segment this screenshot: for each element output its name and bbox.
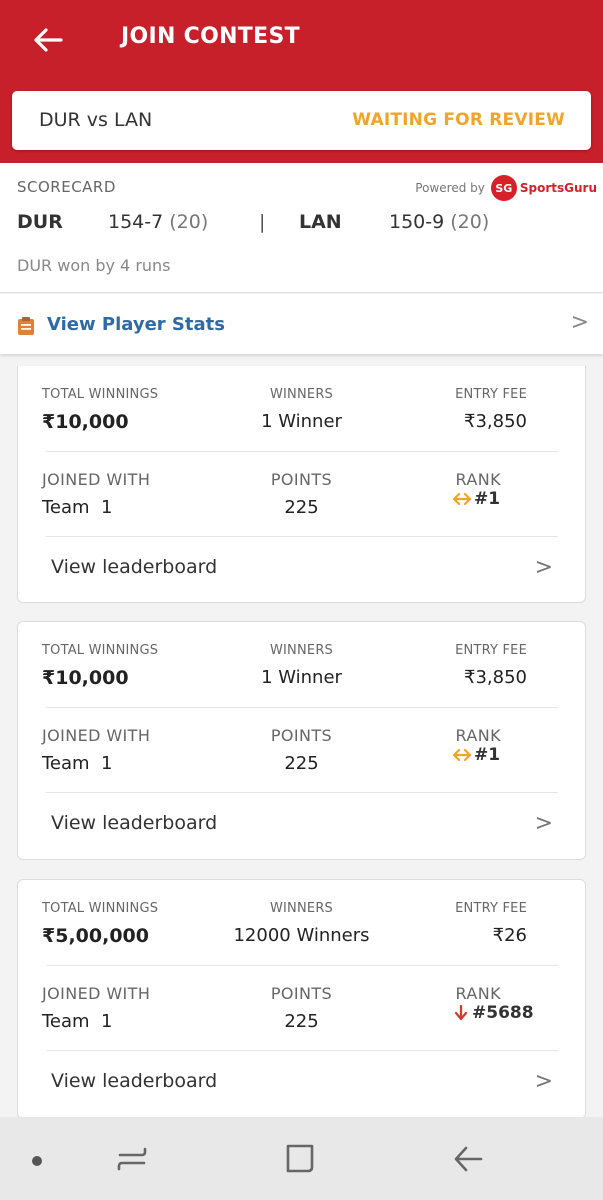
entry-fee-value: ₹26 (492, 925, 527, 946)
entry-fee-value: ₹3,850 (464, 667, 527, 688)
view-leaderboard-link[interactable]: View leaderboard (51, 1070, 217, 1092)
recent-apps-button[interactable] (112, 1141, 152, 1177)
rank-unchanged-icon (453, 748, 471, 762)
chevron-right-icon: > (534, 1069, 553, 1094)
rank-number: #5688 (472, 1003, 534, 1023)
home-dot-icon[interactable] (32, 1156, 42, 1166)
divider (46, 451, 558, 452)
view-player-stats-link[interactable]: View Player Stats (47, 314, 225, 335)
rank-label: RANK (455, 984, 501, 1003)
scorecard-label: SCORECARD (17, 178, 116, 196)
entry-fee-value: ₹3,850 (464, 411, 527, 432)
system-nav-bar (0, 1117, 603, 1200)
app-bar: JOIN CONTEST DUR vs LAN WAITING FOR REVI… (0, 0, 603, 163)
team2-name: LAN (299, 211, 342, 233)
team1-name: DUR (17, 211, 63, 233)
rank-value: #1 (453, 489, 500, 509)
chevron-right-icon: > (534, 811, 553, 836)
clipboard-icon (18, 317, 34, 335)
view-leaderboard-row[interactable]: View leaderboard > (18, 1051, 585, 1115)
view-leaderboard-link[interactable]: View leaderboard (51, 812, 217, 834)
view-leaderboard-row[interactable]: View leaderboard > (18, 793, 585, 857)
divider (46, 965, 558, 966)
chevron-right-icon: > (570, 310, 589, 335)
rank-value: #1 (453, 745, 500, 765)
provider-name: SportsGuru (519, 181, 597, 195)
score-separator: | (259, 211, 266, 233)
team2-score: 150-9 (20) (389, 211, 490, 233)
home-square-icon (286, 1144, 314, 1173)
team1-score: 154-7 (20) (108, 211, 209, 233)
entry-fee-label: ENTRY FEE (455, 387, 527, 402)
chevron-right-icon: > (534, 555, 553, 580)
divider (46, 707, 558, 708)
rank-label: RANK (455, 470, 501, 489)
entry-fee-label: ENTRY FEE (455, 643, 527, 658)
entry-fee-label: ENTRY FEE (455, 901, 527, 916)
rank-down-arrow-icon (454, 1005, 468, 1021)
match-result: DUR won by 4 runs (17, 256, 171, 275)
powered-by: Powered by SG SportsGuru (415, 175, 597, 201)
back-arrow-icon (454, 1146, 483, 1172)
view-leaderboard-link[interactable]: View leaderboard (51, 556, 217, 578)
page-title: JOIN CONTEST (121, 24, 300, 49)
rank-value: #5688 (453, 1003, 534, 1023)
contest-card: TOTAL WINNINGS WINNERS ENTRY FEE ₹10,000… (17, 366, 586, 603)
sportsguru-logo-icon: SG (490, 175, 517, 201)
contest-card: TOTAL WINNINGS WINNERS ENTRY FEE ₹5,00,0… (17, 879, 586, 1119)
view-leaderboard-row[interactable]: View leaderboard > (18, 537, 585, 601)
back-button[interactable] (26, 18, 70, 62)
system-back-button[interactable] (448, 1141, 488, 1177)
powered-by-text: Powered by (415, 181, 485, 195)
match-title: DUR vs LAN (39, 109, 153, 131)
recent-apps-icon (117, 1147, 147, 1171)
contest-card: TOTAL WINNINGS WINNERS ENTRY FEE ₹10,000… (17, 621, 586, 860)
view-player-stats-row[interactable]: View Player Stats > (0, 294, 603, 354)
match-card: DUR vs LAN WAITING FOR REVIEW (12, 91, 591, 150)
rank-unchanged-icon (453, 492, 471, 506)
arrow-left-icon (34, 28, 63, 52)
home-button[interactable] (280, 1141, 320, 1177)
rank-label: RANK (455, 726, 501, 745)
rank-number: #1 (474, 745, 501, 765)
rank-number: #1 (474, 489, 501, 509)
scorecard: SCORECARD Powered by SG SportsGuru DUR 1… (0, 163, 603, 293)
match-status-badge: WAITING FOR REVIEW (352, 110, 565, 130)
